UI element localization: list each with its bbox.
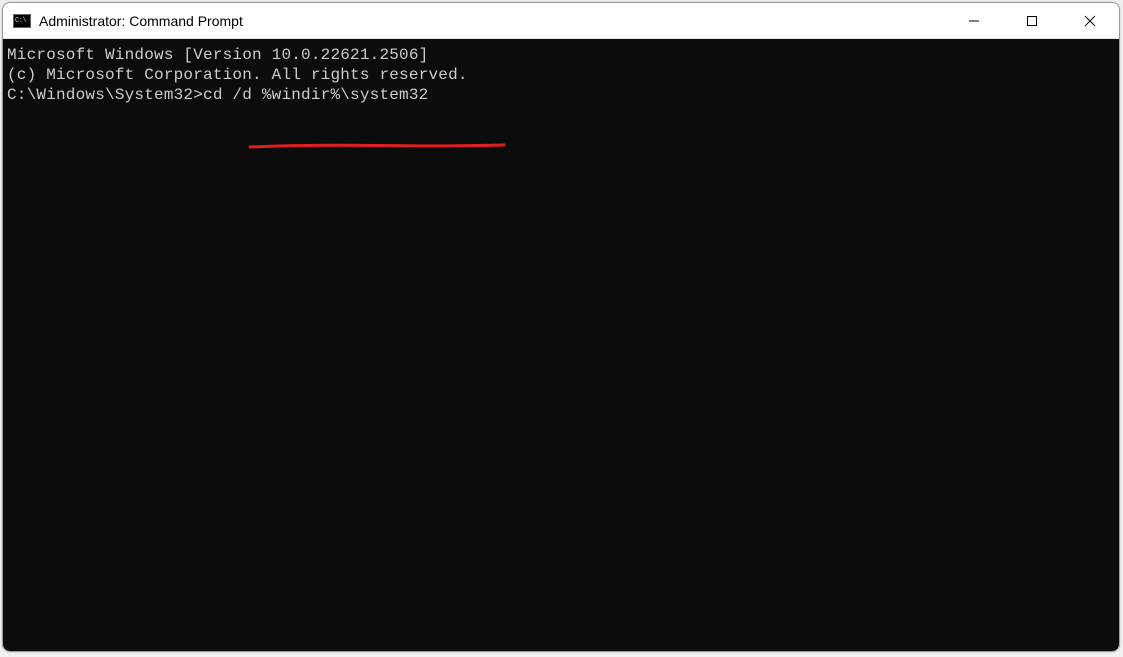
close-button[interactable]	[1061, 3, 1119, 38]
maximize-icon	[1026, 15, 1038, 27]
maximize-button[interactable]	[1003, 3, 1061, 38]
command-prompt-window: C:\ Administrator: Command Prompt Micros…	[2, 2, 1120, 652]
red-underline-annotation	[189, 117, 447, 125]
terminal-prompt-line: C:\Windows\System32>cd /d %windir%\syste…	[7, 85, 1119, 105]
window-controls	[945, 3, 1119, 38]
cmd-icon: C:\	[13, 14, 31, 28]
terminal-line-copyright: (c) Microsoft Corporation. All rights re…	[7, 65, 1119, 85]
minimize-icon	[968, 15, 980, 27]
close-icon	[1084, 15, 1096, 27]
terminal-area[interactable]: Microsoft Windows [Version 10.0.22621.25…	[3, 39, 1119, 651]
terminal-line-version: Microsoft Windows [Version 10.0.22621.25…	[7, 45, 1119, 65]
terminal-command: cd /d %windir%\system32	[203, 86, 428, 104]
terminal-prompt: C:\Windows\System32>	[7, 86, 203, 104]
minimize-button[interactable]	[945, 3, 1003, 38]
titlebar[interactable]: C:\ Administrator: Command Prompt	[3, 3, 1119, 39]
window-title: Administrator: Command Prompt	[39, 13, 945, 29]
